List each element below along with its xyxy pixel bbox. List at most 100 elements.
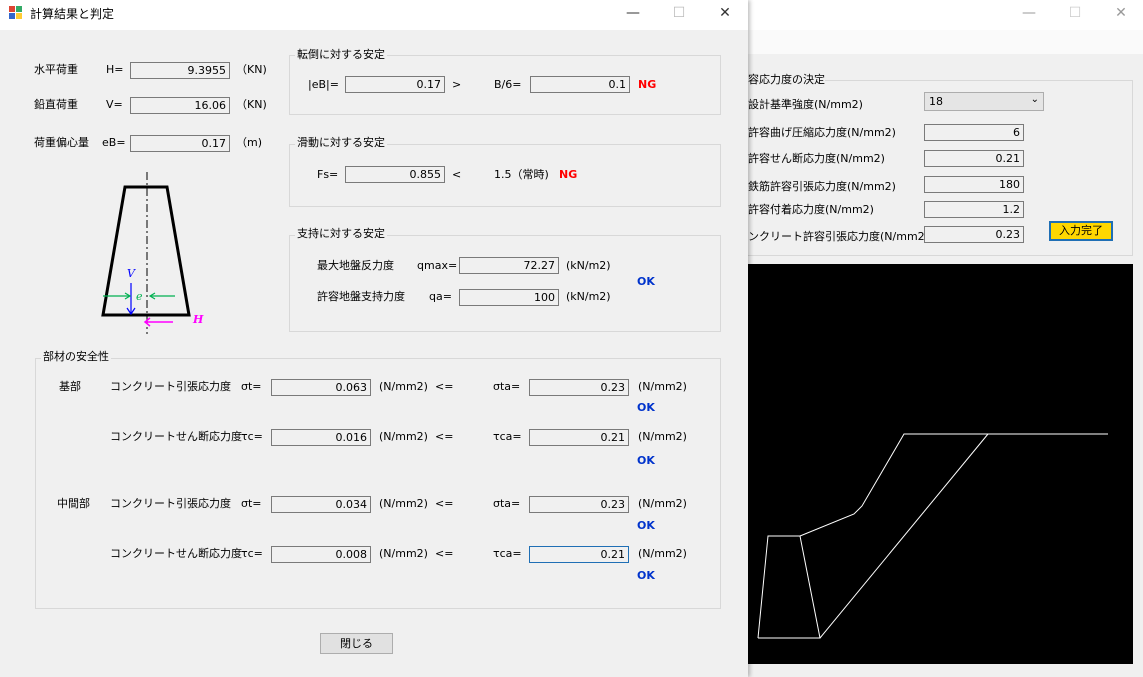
middle-shear-operator: <= <box>435 547 454 560</box>
middle-shear-unit: (N/mm2) <box>379 547 428 560</box>
base-tension-result: OK <box>637 401 655 414</box>
dialog-minimize-button[interactable]: — <box>610 0 656 28</box>
base-shear-allow-field[interactable]: 0.21 <box>529 429 629 446</box>
overturn-b6-label: B/6= <box>494 78 522 91</box>
eccentricity-unit: （m) <box>236 136 263 149</box>
base-tension-symbol: σt= <box>241 380 262 393</box>
middle-shear-symbol: τc= <box>241 547 263 560</box>
eccentricity-symbol: eB= <box>102 136 126 149</box>
allow-bond-label: 許容付着応力度(N/mm2) <box>748 203 874 216</box>
middle-section-label: 中間部 <box>57 497 90 510</box>
backfill-line <box>819 433 989 639</box>
qa-label: 許容地盤支持力度 <box>317 290 405 303</box>
eccentricity-label: 荷重偏心量 <box>34 136 89 149</box>
slope-surface-line <box>799 433 1108 537</box>
submit-button[interactable]: 入力完了 <box>1049 221 1113 241</box>
base-shear-unit: (N/mm2) <box>379 430 428 443</box>
base-shear-allow-unit: (N/mm2) <box>638 430 687 443</box>
background-maximize-button[interactable]: ☐ <box>1052 0 1098 28</box>
middle-tension-unit: (N/mm2) <box>379 497 428 510</box>
allow-shear-field[interactable]: 0.21 <box>924 150 1024 167</box>
sliding-reference: 1.5（常時) <box>494 168 549 181</box>
overturn-eb-field[interactable]: 0.17 <box>345 76 445 93</box>
middle-shear-result: OK <box>637 569 655 582</box>
horizontal-load-unit: （KN) <box>236 63 267 76</box>
base-tension-label: コンクリート引張応力度 <box>110 380 231 393</box>
background-window: — ☐ ✕ 容応力度の決定 設計基準強度(N/mm2) 18 ⌄ 許容曲げ圧縮応… <box>738 0 1143 677</box>
qa-symbol: qa= <box>429 290 452 303</box>
allow-rebar-label: 鉄筋許容引張応力度(N/mm2) <box>748 180 896 193</box>
dialog-maximize-button[interactable]: ☐ <box>656 0 702 28</box>
middle-shear-allow-unit: (N/mm2) <box>638 547 687 560</box>
overturn-operator: > <box>452 78 462 91</box>
background-close-button[interactable]: ✕ <box>1098 0 1143 28</box>
member-safety-group-title: 部材の安全性 <box>41 350 111 364</box>
sliding-fs-label: Fs= <box>317 168 339 181</box>
base-shear-symbol: τc= <box>241 430 263 443</box>
qa-unit: (kN/m2) <box>566 290 611 303</box>
sliding-fs-field[interactable]: 0.855 <box>345 166 445 183</box>
middle-tension-result: OK <box>637 519 655 532</box>
drawing-canvas <box>748 264 1133 664</box>
support-group-title: 支持に対する安定 <box>295 227 387 241</box>
middle-tension-allow-symbol: σta= <box>493 497 521 510</box>
base-tension-allow-field[interactable]: 0.23 <box>529 379 629 396</box>
allow-bending-label: 許容曲げ圧縮応力度(N/mm2) <box>748 126 896 139</box>
base-tension-operator: <= <box>435 380 454 393</box>
vertical-load-unit: （KN) <box>236 98 267 111</box>
sliding-result: NG <box>559 168 578 181</box>
allow-bending-field[interactable]: 6 <box>924 124 1024 141</box>
horizontal-load-symbol: H= <box>106 63 124 76</box>
middle-shear-label: コンクリートせん断応力度 <box>110 547 242 560</box>
qmax-symbol: qmax= <box>417 259 458 272</box>
overturn-result: NG <box>638 78 657 91</box>
sliding-group-title: 滑動に対する安定 <box>295 136 387 150</box>
allow-tension-field[interactable]: 0.23 <box>924 226 1024 243</box>
base-tension-unit: (N/mm2) <box>379 380 428 393</box>
base-shear-field[interactable]: 0.016 <box>271 429 371 446</box>
close-button[interactable]: 閉じる <box>320 633 393 654</box>
base-shear-operator: <= <box>435 430 454 443</box>
allow-rebar-field[interactable]: 180 <box>924 176 1024 193</box>
design-strength-value: 18 <box>929 95 943 108</box>
qmax-field[interactable]: 72.27 <box>459 257 559 274</box>
qmax-label: 最大地盤反力度 <box>317 259 394 272</box>
middle-shear-field[interactable]: 0.008 <box>271 546 371 563</box>
middle-tension-allow-field[interactable]: 0.23 <box>529 496 629 513</box>
diagram-h-label: H <box>193 313 204 326</box>
vertical-load-symbol: V= <box>106 98 123 111</box>
vertical-load-label: 鉛直荷重 <box>34 98 78 111</box>
background-menustrip <box>748 30 1143 54</box>
allow-shear-label: 許容せん断応力度(N/mm2) <box>748 152 885 165</box>
sliding-operator: < <box>452 168 462 181</box>
result-dialog: 計算結果と判定 — ☐ ✕ 水平荷重 H= 9.3955 （KN) 鉛直荷重 V… <box>0 0 748 677</box>
horizontal-load-label: 水平荷重 <box>34 63 78 76</box>
middle-tension-field[interactable]: 0.034 <box>271 496 371 513</box>
overturn-b6-field[interactable]: 0.1 <box>530 76 630 93</box>
horizontal-load-field[interactable]: 9.3955 <box>130 62 230 79</box>
design-strength-select[interactable]: 18 ⌄ <box>924 92 1044 111</box>
middle-shear-allow-symbol: τca= <box>493 547 522 560</box>
base-shear-result: OK <box>637 454 655 467</box>
diagram-v-label: V <box>127 267 135 280</box>
allow-bond-field[interactable]: 1.2 <box>924 201 1024 218</box>
overturn-eb-label: |eB|= <box>308 78 339 91</box>
middle-tension-allow-unit: (N/mm2) <box>638 497 687 510</box>
wall-profile-line <box>757 535 821 639</box>
dialog-title: 計算結果と判定 <box>30 7 115 21</box>
support-group <box>289 235 721 332</box>
base-section-label: 基部 <box>59 380 81 393</box>
app-icon <box>9 6 23 20</box>
dialog-close-button[interactable]: ✕ <box>702 0 748 28</box>
qa-field[interactable]: 100 <box>459 289 559 306</box>
vertical-load-field[interactable]: 16.06 <box>130 97 230 114</box>
eccentricity-field[interactable]: 0.17 <box>130 135 230 152</box>
base-tension-field[interactable]: 0.063 <box>271 379 371 396</box>
qmax-unit: (kN/m2) <box>566 259 611 272</box>
base-shear-label: コンクリートせん断応力度 <box>110 430 242 443</box>
base-shear-allow-symbol: τca= <box>493 430 522 443</box>
chevron-down-icon: ⌄ <box>1030 94 1039 105</box>
background-minimize-button[interactable]: — <box>1006 0 1052 28</box>
middle-shear-allow-field[interactable]: 0.21 <box>529 546 629 563</box>
design-strength-label: 設計基準強度(N/mm2) <box>748 98 863 111</box>
